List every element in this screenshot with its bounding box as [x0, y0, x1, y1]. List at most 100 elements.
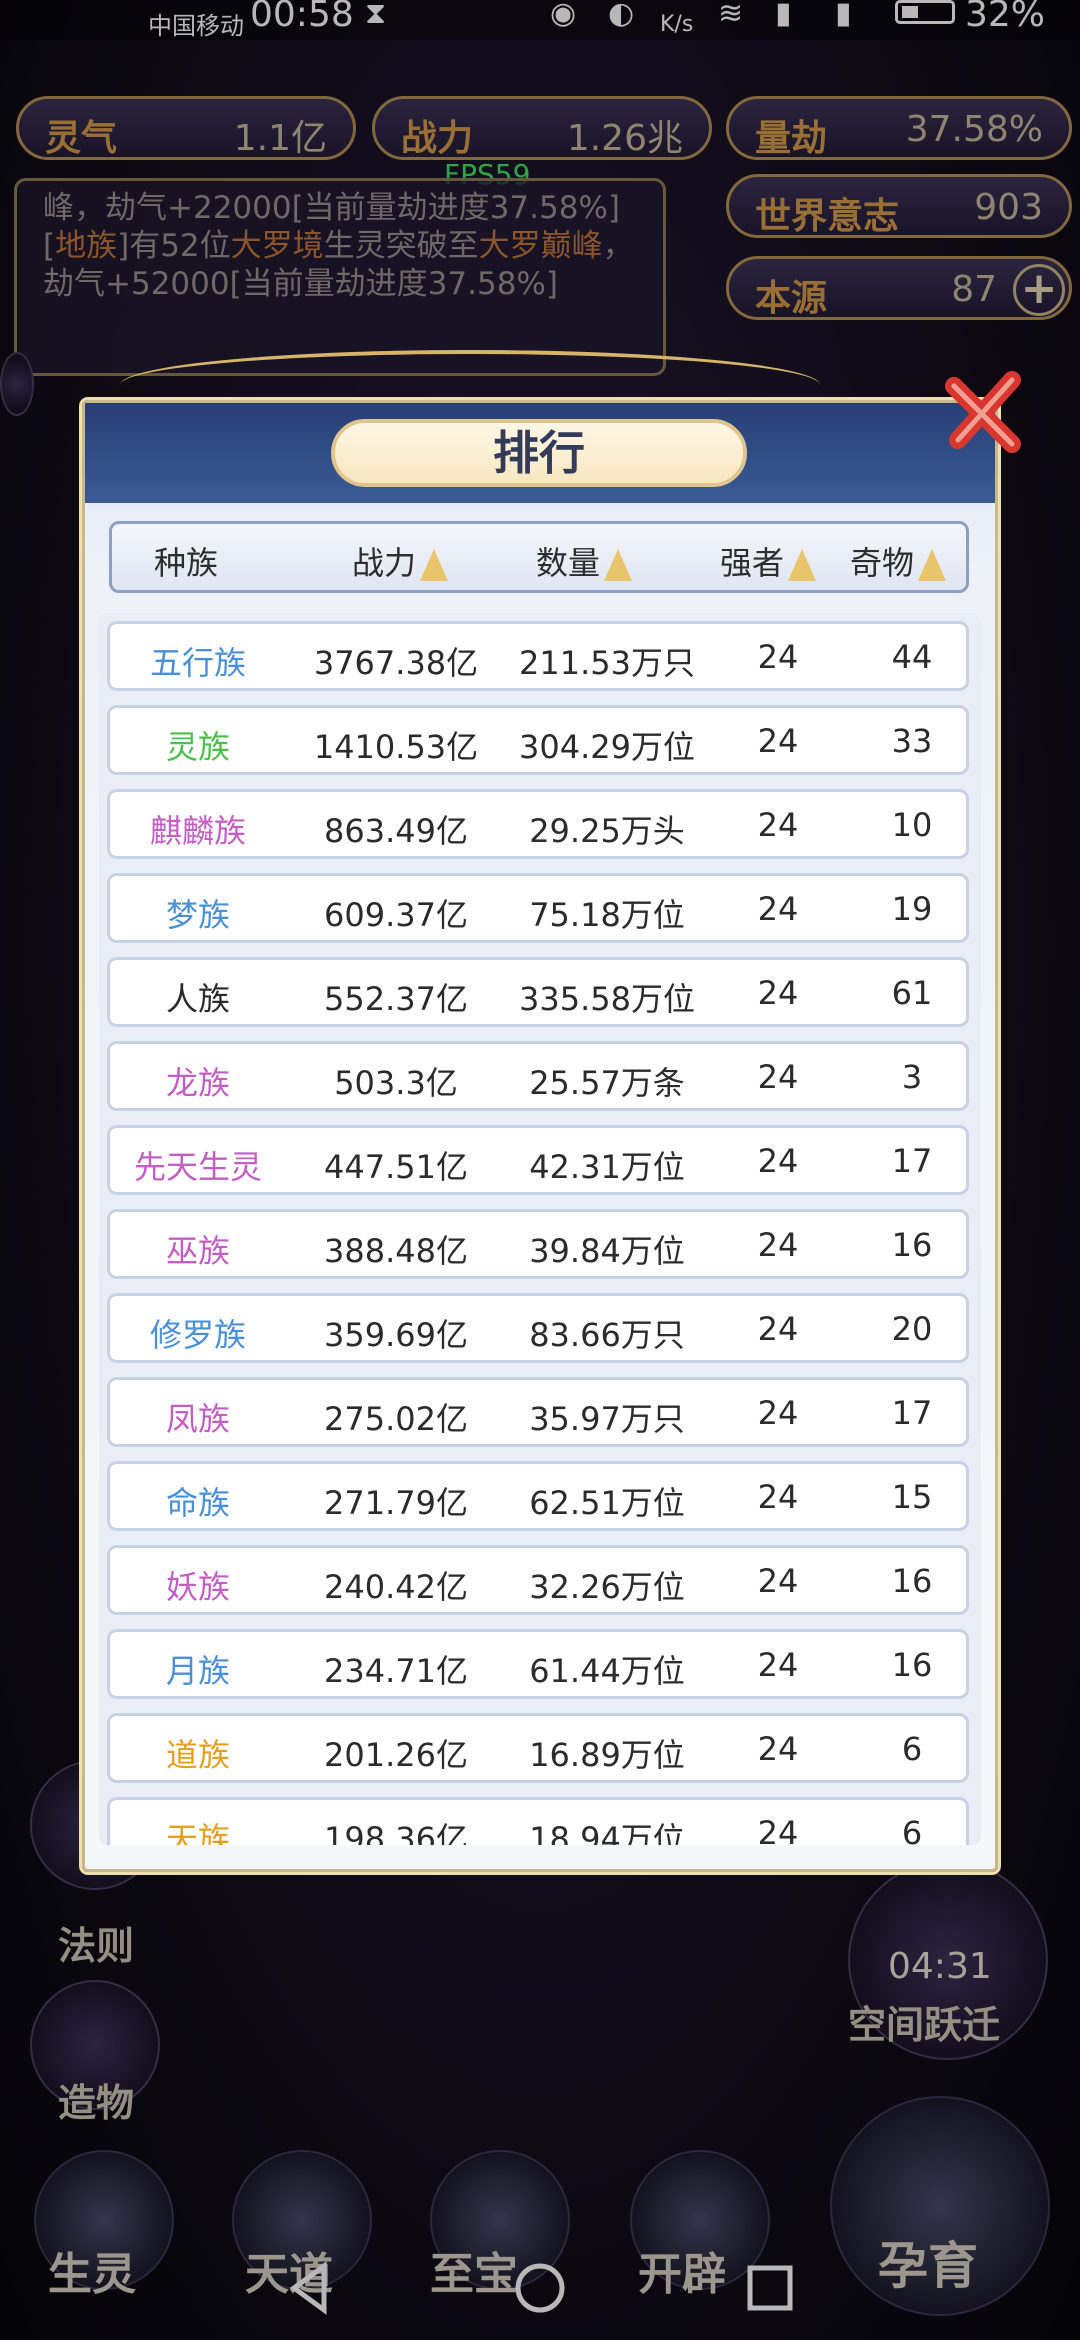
- col-race: 种族: [154, 544, 219, 582]
- race-cell: 龙族: [165, 1064, 230, 1102]
- table-row[interactable]: 月族 234.71亿 61.44万位 24 16: [107, 1629, 969, 1699]
- count-cell: 62.51万位: [529, 1484, 685, 1522]
- table-row[interactable]: 五行族 3767.38亿 211.53万只 24 44: [107, 621, 969, 691]
- strong-cell: 24: [757, 1814, 799, 1845]
- close-icon[interactable]: [940, 366, 1032, 458]
- strong-cell: 24: [757, 722, 799, 760]
- strong-cell: 24: [757, 1058, 799, 1096]
- strong-cell: 24: [757, 1142, 799, 1180]
- race-cell: 梦族: [165, 896, 230, 934]
- power-cell: 201.26亿: [324, 1736, 468, 1774]
- count-cell: 42.31万位: [529, 1148, 685, 1186]
- power-cell: 271.79亿: [324, 1484, 468, 1522]
- power-cell: 240.42亿: [324, 1568, 468, 1606]
- count-cell: 16.89万位: [529, 1736, 685, 1774]
- strong-cell: 24: [757, 1394, 799, 1432]
- strong-cell: 24: [757, 1562, 799, 1600]
- count-cell: 39.84万位: [529, 1232, 685, 1270]
- sort-arrow-icon: [918, 549, 947, 581]
- count-cell: 61.44万位: [529, 1652, 685, 1690]
- items-cell: 17: [891, 1142, 933, 1180]
- race-cell: 人族: [165, 980, 230, 1018]
- table-row[interactable]: 命族 271.79亿 62.51万位 24 15: [107, 1461, 969, 1531]
- items-cell: 6: [901, 1730, 923, 1768]
- table-row[interactable]: 龙族 503.3亿 25.57万条 24 3: [107, 1041, 969, 1111]
- items-cell: 44: [891, 638, 933, 676]
- race-cell: 妖族: [165, 1568, 230, 1606]
- power-cell: 863.49亿: [324, 812, 468, 850]
- items-cell: 3: [901, 1058, 923, 1096]
- strong-cell: 24: [757, 806, 799, 844]
- race-cell: 修罗族: [149, 1316, 246, 1354]
- ranking-modal: 排行 种族 战力 数量 强者 奇物 五行族 3767.38亿 211.53万只 24 4…: [82, 400, 998, 1872]
- sort-strong-button[interactable]: 强者: [720, 538, 817, 584]
- strong-cell: 24: [757, 1310, 799, 1348]
- table-row[interactable]: 道族 201.26亿 16.89万位 24 6: [107, 1713, 969, 1783]
- strong-cell: 24: [757, 1226, 799, 1264]
- strong-cell: 24: [757, 1730, 799, 1768]
- table-row[interactable]: 麒麟族 863.49亿 29.25万头 24 10: [107, 789, 969, 859]
- count-cell: 35.97万只: [529, 1400, 685, 1438]
- ranking-list[interactable]: 五行族 3767.38亿 211.53万只 24 44 灵族 1410.53亿 304.29万…: [99, 613, 981, 1845]
- items-cell: 16: [891, 1646, 933, 1684]
- count-cell: 75.18万位: [529, 896, 685, 934]
- count-cell: 18.94万位: [529, 1820, 685, 1845]
- count-cell: 83.66万只: [529, 1316, 685, 1354]
- sort-arrow-icon: [788, 549, 817, 581]
- items-cell: 6: [901, 1814, 923, 1845]
- race-cell: 天族: [165, 1820, 230, 1845]
- table-row[interactable]: 灵族 1410.53亿 304.29万位 24 33: [107, 705, 969, 775]
- count-cell: 335.58万位: [519, 980, 695, 1018]
- count-cell: 304.29万位: [519, 728, 695, 766]
- sort-items-button[interactable]: 奇物: [850, 538, 947, 584]
- table-row[interactable]: 妖族 240.42亿 32.26万位 24 16: [107, 1545, 969, 1615]
- count-cell: 211.53万只: [519, 644, 695, 682]
- power-cell: 1410.53亿: [313, 728, 479, 766]
- table-row[interactable]: 修罗族 359.69亿 83.66万只 24 20: [107, 1293, 969, 1363]
- items-cell: 33: [891, 722, 933, 760]
- power-cell: 3767.38亿: [313, 644, 479, 682]
- race-cell: 麒麟族: [149, 812, 246, 850]
- power-cell: 503.3亿: [334, 1064, 458, 1102]
- sort-power-button[interactable]: 战力: [352, 538, 449, 584]
- race-cell: 五行族: [149, 644, 246, 682]
- sort-count-button[interactable]: 数量: [536, 538, 633, 584]
- modal-header: 排行: [85, 403, 995, 503]
- items-cell: 61: [891, 974, 933, 1012]
- count-cell: 25.57万条: [529, 1064, 685, 1102]
- table-row[interactable]: 梦族 609.37亿 75.18万位 24 19: [107, 873, 969, 943]
- items-cell: 16: [891, 1226, 933, 1264]
- power-cell: 359.69亿: [324, 1316, 468, 1354]
- table-row[interactable]: 先天生灵 447.51亿 42.31万位 24 17: [107, 1125, 969, 1195]
- strong-cell: 24: [757, 638, 799, 676]
- strong-cell: 24: [757, 890, 799, 928]
- race-cell: 道族: [165, 1736, 230, 1774]
- table-row[interactable]: 天族 198.36亿 18.94万位 24 6: [107, 1797, 969, 1845]
- items-cell: 19: [891, 890, 933, 928]
- race-cell: 月族: [165, 1652, 230, 1690]
- table-row[interactable]: 人族 552.37亿 335.58万位 24 61: [107, 957, 969, 1027]
- count-cell: 29.25万头: [529, 812, 685, 850]
- power-cell: 275.02亿: [324, 1400, 468, 1438]
- strong-cell: 24: [757, 1646, 799, 1684]
- power-cell: 198.36亿: [324, 1820, 468, 1845]
- power-cell: 234.71亿: [324, 1652, 468, 1690]
- power-cell: 388.48亿: [324, 1232, 468, 1270]
- race-cell: 灵族: [165, 728, 230, 766]
- sort-arrow-icon: [420, 549, 449, 581]
- table-row[interactable]: 凤族 275.02亿 35.97万只 24 17: [107, 1377, 969, 1447]
- power-cell: 552.37亿: [324, 980, 468, 1018]
- race-cell: 凤族: [165, 1400, 230, 1438]
- strong-cell: 24: [757, 1478, 799, 1516]
- count-cell: 32.26万位: [529, 1568, 685, 1606]
- race-cell: 巫族: [165, 1232, 230, 1270]
- items-cell: 15: [891, 1478, 933, 1516]
- items-cell: 20: [891, 1310, 933, 1348]
- modal-title: 排行: [331, 419, 747, 487]
- power-cell: 447.51亿: [324, 1148, 468, 1186]
- table-row[interactable]: 巫族 388.48亿 39.84万位 24 16: [107, 1209, 969, 1279]
- items-cell: 16: [891, 1562, 933, 1600]
- strong-cell: 24: [757, 974, 799, 1012]
- sort-arrow-icon: [604, 549, 633, 581]
- race-cell: 先天生灵: [133, 1148, 262, 1186]
